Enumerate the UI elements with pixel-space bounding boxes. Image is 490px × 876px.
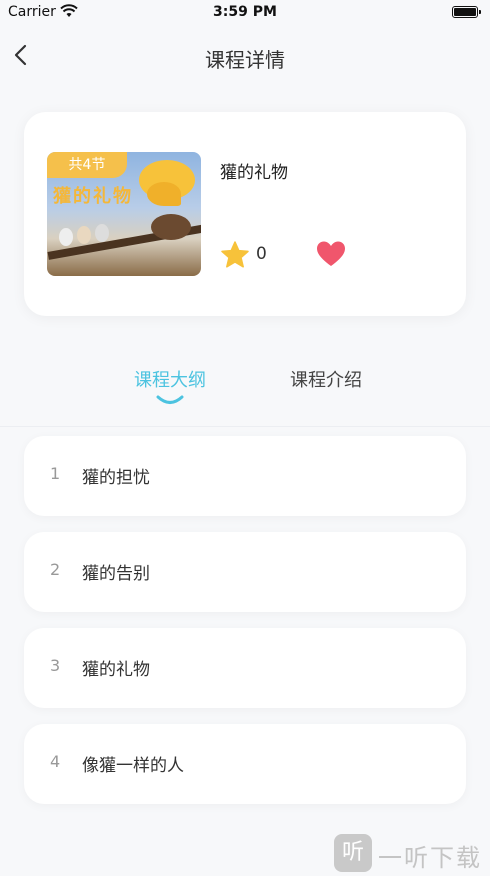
course-title: 獾的礼物 bbox=[220, 163, 288, 183]
lesson-name: 像獾一样的人 bbox=[82, 756, 184, 776]
star-icon bbox=[221, 241, 249, 268]
star-count: 0 bbox=[256, 244, 267, 264]
lesson-item[interactable]: 2 獾的告别 bbox=[24, 532, 466, 612]
lesson-count-badge: 共4节 bbox=[47, 152, 127, 178]
heart-icon[interactable] bbox=[316, 240, 346, 268]
lesson-name: 獾的礼物 bbox=[82, 660, 150, 680]
lesson-number: 4 bbox=[50, 752, 61, 771]
status-time: 3:59 PM bbox=[213, 4, 277, 20]
course-cover-image: 獾的礼物 共4节 bbox=[47, 152, 201, 276]
lesson-number: 2 bbox=[50, 560, 61, 579]
nav-bar: 课程详情 bbox=[0, 32, 490, 82]
battery-icon bbox=[452, 6, 481, 18]
tab-introduction[interactable]: 课程介绍 bbox=[276, 366, 376, 392]
page-title: 课程详情 bbox=[205, 48, 285, 72]
course-card: 獾的礼物 共4节 獾的礼物 0 bbox=[24, 112, 466, 316]
lesson-name: 獾的担忧 bbox=[82, 468, 150, 488]
watermark-logo: 听 bbox=[334, 834, 372, 872]
active-tab-indicator bbox=[156, 395, 184, 404]
status-bar: Carrier 3:59 PM bbox=[0, 0, 490, 26]
lesson-item[interactable]: 4 像獾一样的人 bbox=[24, 724, 466, 804]
tab-syllabus[interactable]: 课程大纲 bbox=[120, 366, 220, 392]
lesson-number: 1 bbox=[50, 464, 61, 483]
lesson-item[interactable]: 1 獾的担忧 bbox=[24, 436, 466, 516]
lesson-item[interactable]: 3 獾的礼物 bbox=[24, 628, 466, 708]
watermark-text: 一听下载 bbox=[378, 844, 482, 872]
tab-bar: 课程大纲 课程介绍 bbox=[0, 360, 490, 420]
cover-title: 獾的礼物 bbox=[53, 186, 133, 207]
watermark: 听 一听下载 bbox=[334, 832, 490, 876]
lesson-number: 3 bbox=[50, 656, 61, 675]
lesson-name: 獾的告别 bbox=[82, 564, 150, 584]
divider bbox=[0, 426, 490, 427]
